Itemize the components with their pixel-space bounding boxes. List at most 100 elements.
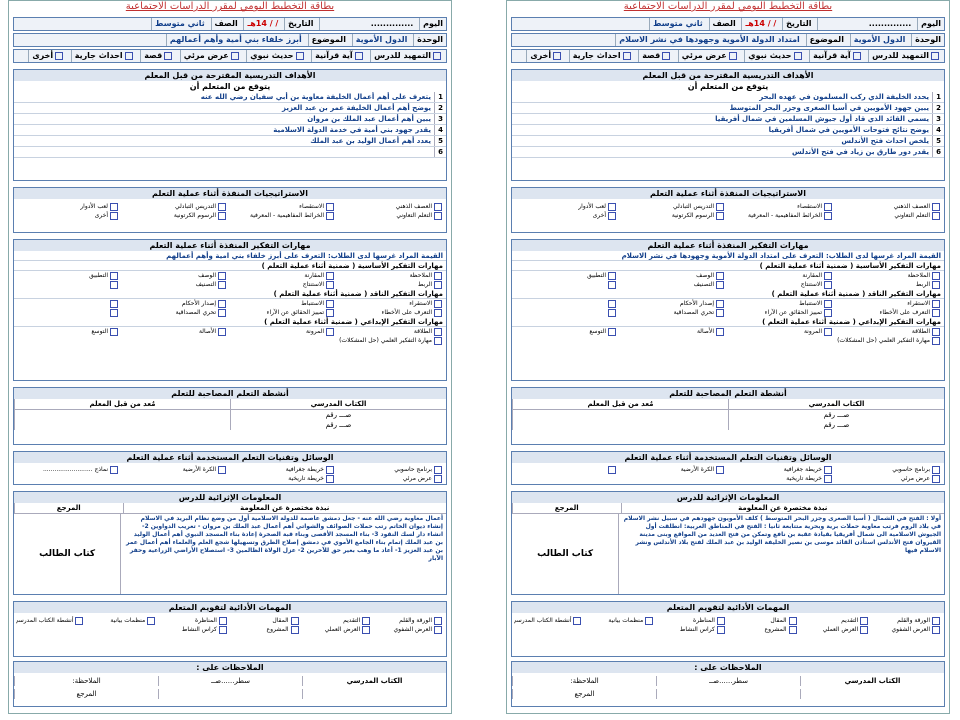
checkbox-icon[interactable] bbox=[124, 51, 133, 60]
checkbox-icon[interactable] bbox=[110, 271, 118, 280]
unit-value[interactable]: الدول الأموية bbox=[351, 34, 411, 46]
checkbox-icon[interactable] bbox=[716, 625, 725, 634]
skill-option[interactable]: الربط bbox=[836, 280, 944, 289]
skill-option[interactable]: الطلاقة bbox=[836, 327, 944, 336]
notes-observation[interactable]: الملاحظة: bbox=[512, 676, 656, 686]
intro-option[interactable]: آية قرآنية bbox=[311, 50, 367, 62]
intro-option[interactable]: احداث جارية bbox=[568, 50, 636, 62]
media-option[interactable]: عرض مرئي bbox=[338, 474, 446, 483]
checkbox-icon[interactable] bbox=[434, 336, 442, 345]
strategy-option[interactable]: لعب الأدوار bbox=[512, 202, 620, 211]
task-option[interactable]: التقديم bbox=[801, 616, 873, 625]
task-option[interactable]: أنشطة الكتاب المدرسي bbox=[514, 616, 586, 625]
media-option[interactable]: عرض مرئي bbox=[836, 474, 944, 483]
media-option[interactable]: خريطة جغرافية bbox=[230, 465, 338, 474]
info-text[interactable]: أولا : الفتح في الشمال ( أسيا الصغرى وجز… bbox=[618, 514, 944, 594]
intro-option[interactable]: عرض مرئي bbox=[179, 50, 244, 62]
checkbox-icon[interactable] bbox=[860, 625, 869, 634]
objective-row[interactable]: 1 يحدد الخليفة الذي ركب المسلمون في عهده … bbox=[512, 92, 944, 103]
media-option[interactable]: خريطة تاريخية bbox=[728, 474, 836, 483]
grade-value[interactable]: ثاني متوسط bbox=[151, 18, 208, 30]
checkbox-icon[interactable] bbox=[354, 51, 363, 60]
objective-row[interactable]: 2 يوضح أهم أعمال الخليفة عمر بن عبد العزي… bbox=[14, 103, 446, 114]
checkbox-icon[interactable] bbox=[110, 211, 118, 220]
skill-option[interactable]: الملاحظة bbox=[338, 271, 446, 280]
checkbox-icon[interactable] bbox=[434, 327, 442, 336]
skill-option[interactable]: الاستقراء bbox=[338, 299, 446, 308]
skill-option[interactable]: التصنيف bbox=[620, 280, 728, 289]
checkbox-icon[interactable] bbox=[326, 271, 334, 280]
checkbox-icon[interactable] bbox=[218, 299, 226, 308]
checkbox-icon[interactable] bbox=[608, 271, 616, 280]
skill-option[interactable]: المقارنة bbox=[230, 271, 338, 280]
strategy-option[interactable]: العصف الذهني bbox=[338, 202, 446, 211]
skill-option[interactable] bbox=[512, 280, 620, 289]
checkbox-icon[interactable] bbox=[362, 625, 371, 634]
task-option[interactable]: كراس النشاط bbox=[657, 625, 729, 634]
notes-line[interactable]: سطر......صــ bbox=[656, 676, 800, 686]
checkbox-icon[interactable] bbox=[608, 202, 616, 211]
skill-option[interactable]: الاستنباط bbox=[230, 299, 338, 308]
skill-option[interactable]: التعرف على الأخطاء bbox=[836, 308, 944, 317]
skill-option[interactable] bbox=[512, 299, 620, 308]
skill-option[interactable]: التصنيف bbox=[122, 280, 230, 289]
checkbox-icon[interactable] bbox=[110, 299, 118, 308]
checkbox-icon[interactable] bbox=[434, 271, 442, 280]
checkbox-icon[interactable] bbox=[326, 211, 334, 220]
skill-option[interactable]: الاستنتاج bbox=[728, 280, 836, 289]
skill-option[interactable] bbox=[14, 308, 122, 317]
objective-row[interactable]: 6 يقدر دور طارق بن زياد في فتح الأندلس bbox=[512, 147, 944, 158]
strategy-option[interactable]: الرسوم الكرتونية bbox=[620, 211, 728, 220]
checkbox-icon[interactable] bbox=[75, 616, 84, 625]
checkbox-icon[interactable] bbox=[434, 280, 442, 289]
checkbox-icon[interactable] bbox=[932, 474, 940, 483]
checkbox-icon[interactable] bbox=[164, 51, 173, 60]
checkbox-icon[interactable] bbox=[932, 336, 940, 345]
strategy-option[interactable]: التدريس التبادلي bbox=[620, 202, 728, 211]
day-field[interactable]: .............. bbox=[817, 18, 914, 30]
checkbox-icon[interactable] bbox=[110, 280, 118, 289]
checkbox-icon[interactable] bbox=[931, 51, 939, 60]
notes-observation[interactable]: الملاحظة: bbox=[14, 676, 158, 686]
skill-option[interactable]: الأصالة bbox=[620, 327, 728, 336]
checkbox-icon[interactable] bbox=[716, 616, 725, 625]
checkbox-icon[interactable] bbox=[788, 616, 797, 625]
skill-option[interactable]: تمييز الحقائق عن الآراء bbox=[728, 308, 836, 317]
date-value[interactable]: / / 14هـ bbox=[243, 18, 281, 30]
skill-option[interactable]: الملاحظة bbox=[836, 271, 944, 280]
strategy-option[interactable]: التعلم التعاوني bbox=[836, 211, 944, 220]
intro-option[interactable]: احداث جارية bbox=[70, 50, 138, 62]
checkbox-icon[interactable] bbox=[932, 211, 940, 220]
strategy-option[interactable]: التدريس التبادلي bbox=[122, 202, 230, 211]
checkbox-icon[interactable] bbox=[824, 327, 832, 336]
checkbox-icon[interactable] bbox=[218, 202, 226, 211]
checkbox-icon[interactable] bbox=[932, 327, 940, 336]
checkbox-icon[interactable] bbox=[434, 211, 442, 220]
media-option[interactable]: نماذج .......................... bbox=[14, 465, 122, 474]
checkbox-icon[interactable] bbox=[932, 308, 940, 317]
task-option[interactable]: المناظرة bbox=[159, 616, 231, 625]
skill-option[interactable]: الأصالة bbox=[122, 327, 230, 336]
checkbox-icon[interactable] bbox=[434, 625, 442, 634]
checkbox-icon[interactable] bbox=[932, 280, 940, 289]
strategy-option[interactable]: لعب الأدوار bbox=[14, 202, 122, 211]
activity-ref[interactable]: صـــ رقم bbox=[728, 420, 944, 430]
skill-option[interactable]: الوصف bbox=[620, 271, 728, 280]
intro-option[interactable]: أخرى bbox=[526, 50, 566, 62]
checkbox-icon[interactable] bbox=[433, 51, 441, 60]
strategy-option[interactable]: الرسوم الكرتونية bbox=[122, 211, 230, 220]
checkbox-icon[interactable] bbox=[716, 271, 724, 280]
checkbox-icon[interactable] bbox=[553, 51, 562, 60]
checkbox-icon[interactable] bbox=[434, 474, 442, 483]
checkbox-icon[interactable] bbox=[434, 616, 442, 625]
skill-option[interactable]: الوصف bbox=[122, 271, 230, 280]
media-option[interactable]: الكرة الأرضية bbox=[620, 465, 728, 474]
checkbox-icon[interactable] bbox=[824, 308, 832, 317]
strategy-option[interactable]: أخرى bbox=[512, 211, 620, 220]
media-option[interactable]: خريطة جغرافية bbox=[728, 465, 836, 474]
strategy-option[interactable]: الخرائط المفاهيمية - المعرفية bbox=[728, 211, 836, 220]
skill-option[interactable]: المرونة bbox=[230, 327, 338, 336]
activity-ref[interactable]: صـــ رقم bbox=[728, 410, 944, 420]
activity-ref[interactable]: صـــ رقم bbox=[230, 420, 446, 430]
checkbox-icon[interactable] bbox=[230, 51, 239, 60]
